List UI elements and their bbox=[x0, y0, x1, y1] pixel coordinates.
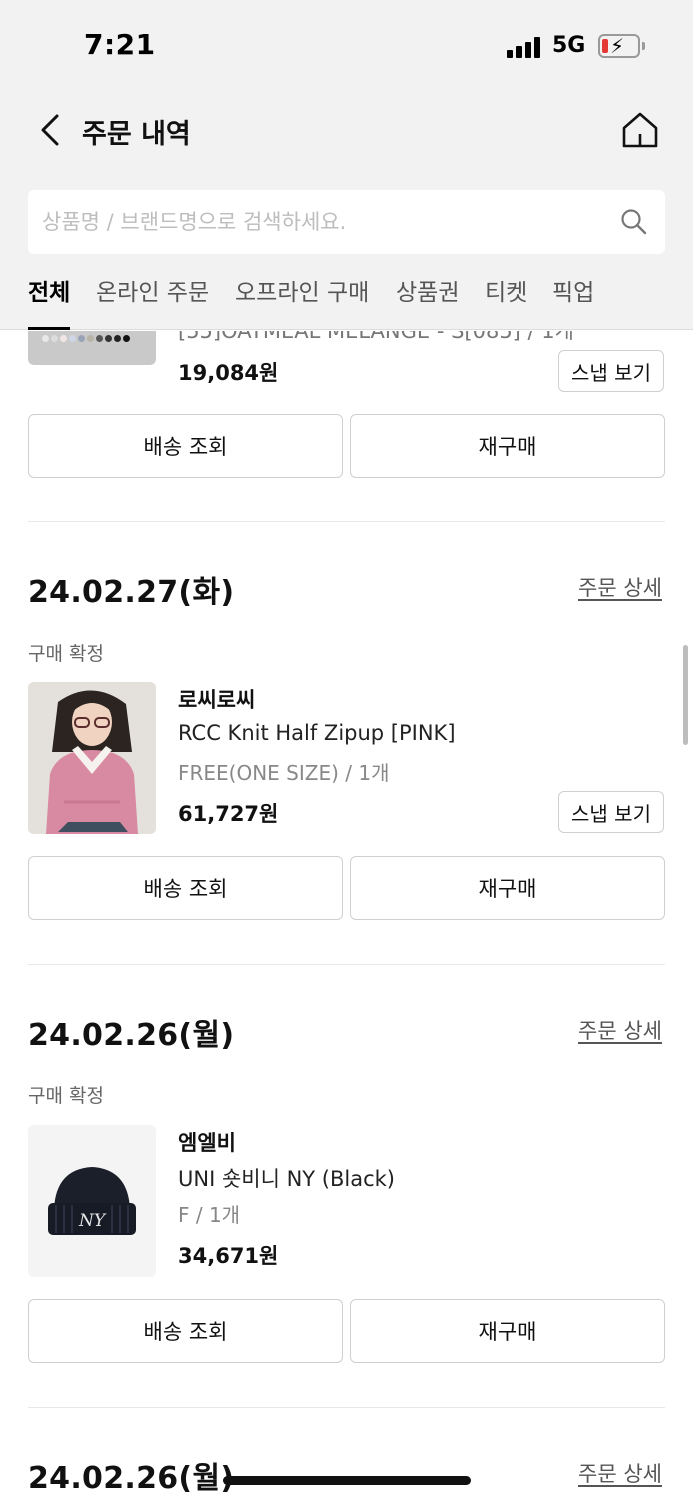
product-thumbnail[interactable] bbox=[28, 682, 156, 834]
back-button[interactable] bbox=[30, 110, 70, 150]
header: 주문 내역 전체 온라인 주문 오프라인 구매 상품권 티켓 픽업 bbox=[0, 90, 693, 330]
search-box[interactable] bbox=[28, 190, 665, 254]
ny-logo: NY bbox=[78, 1211, 107, 1231]
order-detail-link[interactable]: 주문 상세 bbox=[578, 572, 662, 602]
track-delivery-button[interactable]: 배송 조회 bbox=[28, 414, 343, 478]
product-thumbnail[interactable] bbox=[28, 331, 156, 365]
chevron-left-icon bbox=[41, 114, 59, 146]
order-date: 24.02.26(월) bbox=[28, 1461, 235, 1496]
product-photo bbox=[28, 682, 156, 834]
tab-all[interactable]: 전체 bbox=[28, 276, 71, 330]
track-delivery-button[interactable]: 배송 조회 bbox=[28, 856, 343, 920]
order-status: 구매 확정 bbox=[28, 643, 104, 665]
status-time: 7:21 bbox=[84, 28, 156, 61]
order-detail-link[interactable]: 주문 상세 bbox=[578, 1015, 662, 1045]
tab-pickup[interactable]: 픽업 bbox=[552, 276, 594, 330]
reorder-button[interactable]: 재구매 bbox=[350, 1299, 665, 1363]
tab-ticket[interactable]: 티켓 bbox=[485, 276, 527, 330]
product-name[interactable]: UNI 숏비니 NY (Black) bbox=[178, 1163, 395, 1193]
order-list[interactable]: [55]OATMEAL MELANGE - S[085] / 1개 19,084… bbox=[0, 331, 693, 1500]
product-thumbnail[interactable]: NY bbox=[28, 1125, 156, 1277]
battery-icon: ⚡ bbox=[598, 34, 640, 58]
reorder-button[interactable]: 재구매 bbox=[350, 414, 665, 478]
order-date: 24.02.26(월) bbox=[28, 1018, 235, 1053]
tab-online-order[interactable]: 온라인 주문 bbox=[96, 276, 209, 330]
search-icon[interactable] bbox=[620, 208, 648, 236]
status-bar: 7:21 5G ⚡ bbox=[0, 0, 693, 90]
home-button[interactable] bbox=[618, 108, 662, 152]
product-price: 61,727원 bbox=[178, 802, 279, 826]
snap-view-button[interactable]: 스냅 보기 bbox=[558, 791, 664, 833]
product-price: 34,671원 bbox=[178, 1244, 279, 1268]
order-detail-link[interactable]: 주문 상세 bbox=[578, 1458, 662, 1488]
tab-gift-card[interactable]: 상품권 bbox=[396, 276, 459, 330]
track-delivery-button[interactable]: 배송 조회 bbox=[28, 1299, 343, 1363]
snap-view-button[interactable]: 스냅 보기 bbox=[558, 350, 664, 392]
product-photo: NY bbox=[28, 1125, 156, 1277]
brand-name: 로씨로씨 bbox=[178, 688, 256, 712]
product-option: [55]OATMEAL MELANGE - S[085] / 1개 bbox=[178, 331, 574, 343]
order-date: 24.02.27(화) bbox=[28, 575, 235, 610]
product-option: FREE(ONE SIZE) / 1개 bbox=[178, 761, 390, 785]
home-icon bbox=[622, 112, 658, 148]
reorder-button[interactable]: 재구매 bbox=[350, 856, 665, 920]
divider bbox=[28, 1407, 665, 1408]
brand-name: 엠엘비 bbox=[178, 1131, 236, 1155]
product-option: F / 1개 bbox=[178, 1203, 241, 1227]
tab-bar: 전체 온라인 주문 오프라인 구매 상품권 티켓 픽업 bbox=[0, 276, 693, 330]
search-input[interactable] bbox=[28, 190, 608, 254]
page-title: 주문 내역 bbox=[82, 119, 191, 150]
product-price: 19,084원 bbox=[178, 361, 279, 385]
home-indicator[interactable] bbox=[223, 1476, 471, 1485]
scrollbar[interactable] bbox=[683, 645, 688, 745]
divider bbox=[28, 521, 665, 522]
product-name[interactable]: RCC Knit Half Zipup [PINK] bbox=[178, 721, 456, 745]
divider bbox=[28, 964, 665, 965]
battery-tip bbox=[642, 42, 645, 50]
order-status: 구매 확정 bbox=[28, 1085, 104, 1107]
network-label: 5G bbox=[552, 33, 586, 58]
signal-icon bbox=[507, 36, 543, 58]
color-swatches bbox=[42, 335, 130, 342]
tab-offline-purchase[interactable]: 오프라인 구매 bbox=[235, 276, 369, 330]
